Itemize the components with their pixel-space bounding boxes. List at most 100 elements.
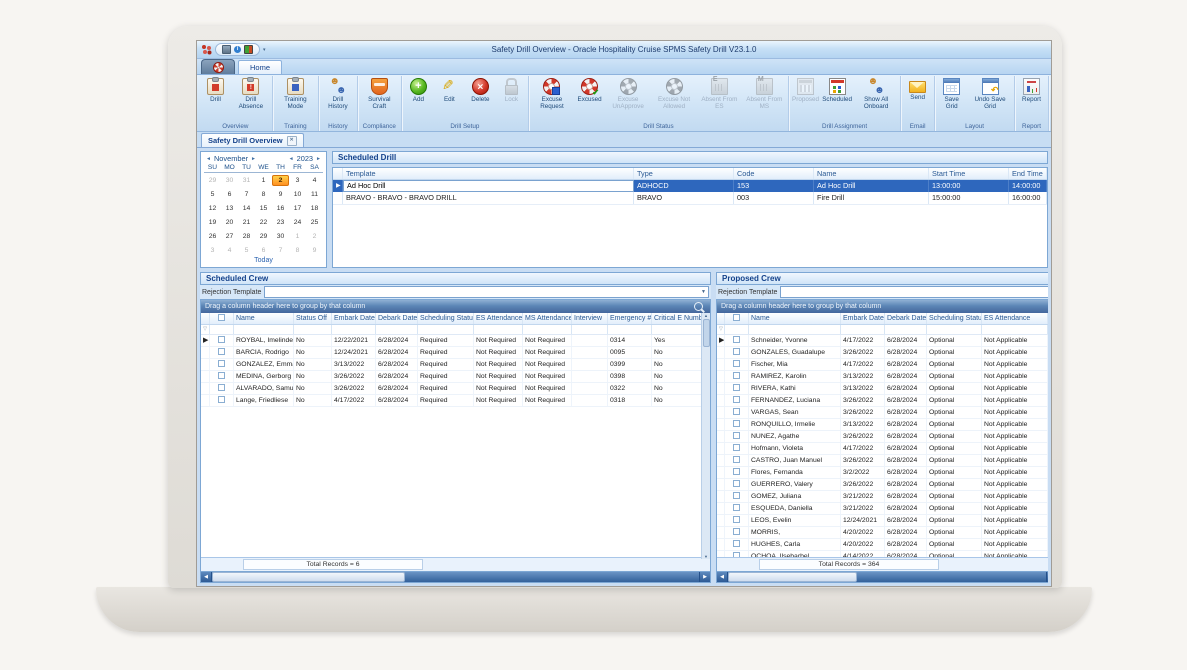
column-header-name[interactable]: Name	[234, 313, 294, 324]
calendar-day[interactable]: 8	[255, 189, 272, 200]
crew-row[interactable]: BARCIA, RodrigoNo12/24/20216/28/2024Requ…	[201, 347, 710, 359]
calendar-day[interactable]: 10	[289, 189, 306, 200]
scheduled-button[interactable]: Scheduled	[821, 76, 853, 103]
row-checkbox[interactable]	[725, 503, 749, 514]
filter-cell[interactable]	[294, 325, 332, 334]
application-button[interactable]	[201, 59, 235, 74]
scroll-left-icon[interactable]: ◀	[717, 572, 728, 582]
save-grid-button[interactable]: Save Grid	[936, 76, 967, 110]
prev-month-icon[interactable]: ◄	[206, 156, 211, 162]
drill-row[interactable]: BRAVO - BRAVO - BRAVO DRILLBRAVO003Fire …	[333, 192, 1047, 205]
crew-row[interactable]: GOMEZ, Juliana3/21/20226/28/2024Optional…	[717, 491, 1048, 503]
crew-row[interactable]: MORRIS,4/20/20226/28/2024OptionalNot App…	[717, 527, 1048, 539]
calendar-day[interactable]: 9	[306, 245, 323, 256]
scroll-up-icon[interactable]: ▲	[704, 313, 708, 318]
row-checkbox[interactable]	[725, 491, 749, 502]
row-checkbox[interactable]	[725, 419, 749, 430]
filter-cell[interactable]	[927, 325, 982, 334]
row-checkbox[interactable]	[725, 515, 749, 526]
row-checkbox[interactable]	[210, 395, 234, 406]
filter-cell[interactable]	[474, 325, 523, 334]
scrollbar-track[interactable]	[405, 572, 699, 582]
calendar-day[interactable]: 6	[221, 189, 238, 200]
calendar-day[interactable]: 3	[289, 175, 306, 186]
crew-row[interactable]: VARGAS, Sean3/26/20226/28/2024OptionalNo…	[717, 407, 1048, 419]
row-checkbox[interactable]	[725, 335, 749, 346]
calendar-day[interactable]: 28	[238, 231, 255, 242]
survival-craft-button[interactable]: Survival Craft	[359, 76, 400, 110]
crew-row[interactable]: Flores, Fernanda3/2/20226/28/2024Optiona…	[717, 467, 1048, 479]
crew-row[interactable]: RIVERA, Kathi3/13/20226/28/2024OptionalN…	[717, 383, 1048, 395]
crew-row[interactable]: HUGHES, Carla4/20/20226/28/2024OptionalN…	[717, 539, 1048, 551]
column-header-es-attendance[interactable]: ES Attendance	[474, 313, 523, 324]
calendar-day[interactable]: 30	[221, 175, 238, 186]
delete-button[interactable]: Delete	[465, 76, 496, 103]
column-header-debark-date[interactable]: Debark Date	[885, 313, 927, 324]
group-by-bar[interactable]: Drag a column header here to group by th…	[201, 300, 710, 313]
column-header-start-time[interactable]: Start Time	[929, 168, 1009, 179]
filter-cell[interactable]	[885, 325, 927, 334]
column-header-ms-attendance[interactable]: MS Attendance	[523, 313, 572, 324]
column-header-interview[interactable]: Interview	[572, 313, 608, 324]
calendar-day[interactable]: 20	[221, 217, 238, 228]
calendar-day[interactable]: 11	[306, 189, 323, 200]
select-all-checkbox[interactable]	[210, 313, 234, 324]
column-header-name[interactable]: Name	[814, 168, 929, 179]
report-button[interactable]: Report	[1016, 76, 1047, 103]
filter-cell[interactable]	[652, 325, 702, 334]
calendar-day[interactable]: 25	[306, 217, 323, 228]
scroll-down-icon[interactable]: ▼	[704, 554, 708, 559]
row-checkbox[interactable]	[725, 347, 749, 358]
send-button[interactable]: Send	[902, 76, 933, 101]
calendar-day[interactable]: 5	[204, 189, 221, 200]
horizontal-scrollbar[interactable]: ◀ ▶	[717, 571, 1048, 582]
calendar-day[interactable]: 4	[306, 175, 323, 186]
crew-row[interactable]: GUERRERO, Valery3/26/20226/28/2024Option…	[717, 479, 1048, 491]
calendar-day[interactable]: 14	[238, 203, 255, 214]
crew-row[interactable]: FERNANDEZ, Luciana3/26/20226/28/2024Opti…	[717, 395, 1048, 407]
crew-row[interactable]: NUNEZ, Agathe3/26/20226/28/2024OptionalN…	[717, 431, 1048, 443]
calendar-day[interactable]: 19	[204, 217, 221, 228]
calendar-day[interactable]: 30	[272, 231, 289, 242]
calendar-day[interactable]: 1	[289, 231, 306, 242]
calendar-day[interactable]: 3	[204, 245, 221, 256]
calendar-day[interactable]: 21	[238, 217, 255, 228]
row-checkbox[interactable]	[725, 395, 749, 406]
row-checkbox[interactable]	[210, 371, 234, 382]
quick-access-dropdown-icon[interactable]: ▾	[263, 47, 266, 53]
column-header-es-attendance[interactable]: ES Attendance	[982, 313, 1048, 324]
scroll-right-icon[interactable]: ▶	[699, 572, 710, 582]
tab-home[interactable]: Home	[238, 60, 282, 74]
crew-row[interactable]: Lange, FriedlieseNo4/17/20226/28/2024Req…	[201, 395, 710, 407]
row-checkbox[interactable]	[210, 383, 234, 394]
crew-row[interactable]: LEOS, Evelin12/24/20216/28/2024OptionalN…	[717, 515, 1048, 527]
row-checkbox[interactable]	[725, 359, 749, 370]
filter-cell[interactable]	[332, 325, 376, 334]
scroll-right-icon[interactable]: ▶	[1046, 572, 1048, 582]
calendar-day[interactable]: 22	[255, 217, 272, 228]
column-header-status-off[interactable]: Status Off	[294, 313, 332, 324]
column-header-scheduling-status[interactable]: Scheduling Status	[418, 313, 474, 324]
row-checkbox[interactable]	[725, 431, 749, 442]
rejection-template-combo[interactable]: ▼	[780, 286, 1048, 298]
filter-cell[interactable]	[418, 325, 474, 334]
monitor-icon[interactable]	[222, 45, 231, 54]
training-mode-button[interactable]: Training Mode	[274, 76, 317, 110]
calendar-day[interactable]: 7	[272, 245, 289, 256]
prev-year-icon[interactable]: ◄	[289, 156, 294, 162]
info-icon[interactable]: i	[234, 46, 241, 53]
scroll-left-icon[interactable]: ◀	[201, 572, 212, 582]
row-checkbox[interactable]	[210, 335, 234, 346]
calendar-day[interactable]: 23	[272, 217, 289, 228]
filter-row[interactable]: ▽	[201, 325, 710, 335]
select-all-checkbox[interactable]	[725, 313, 749, 324]
crew-row[interactable]: CASTRO, Juan Manuel3/26/20226/28/2024Opt…	[717, 455, 1048, 467]
row-checkbox[interactable]	[725, 467, 749, 478]
calendar-day[interactable]: 15	[255, 203, 272, 214]
crew-row[interactable]: MEDINA, GerborgNo3/26/20226/28/2024Requi…	[201, 371, 710, 383]
horizontal-scrollbar[interactable]: ◀ ▶	[201, 571, 710, 582]
filter-cell[interactable]	[841, 325, 885, 334]
calendar-day[interactable]: 29	[204, 175, 221, 186]
filter-cell[interactable]	[376, 325, 418, 334]
calendar-day[interactable]: 17	[289, 203, 306, 214]
